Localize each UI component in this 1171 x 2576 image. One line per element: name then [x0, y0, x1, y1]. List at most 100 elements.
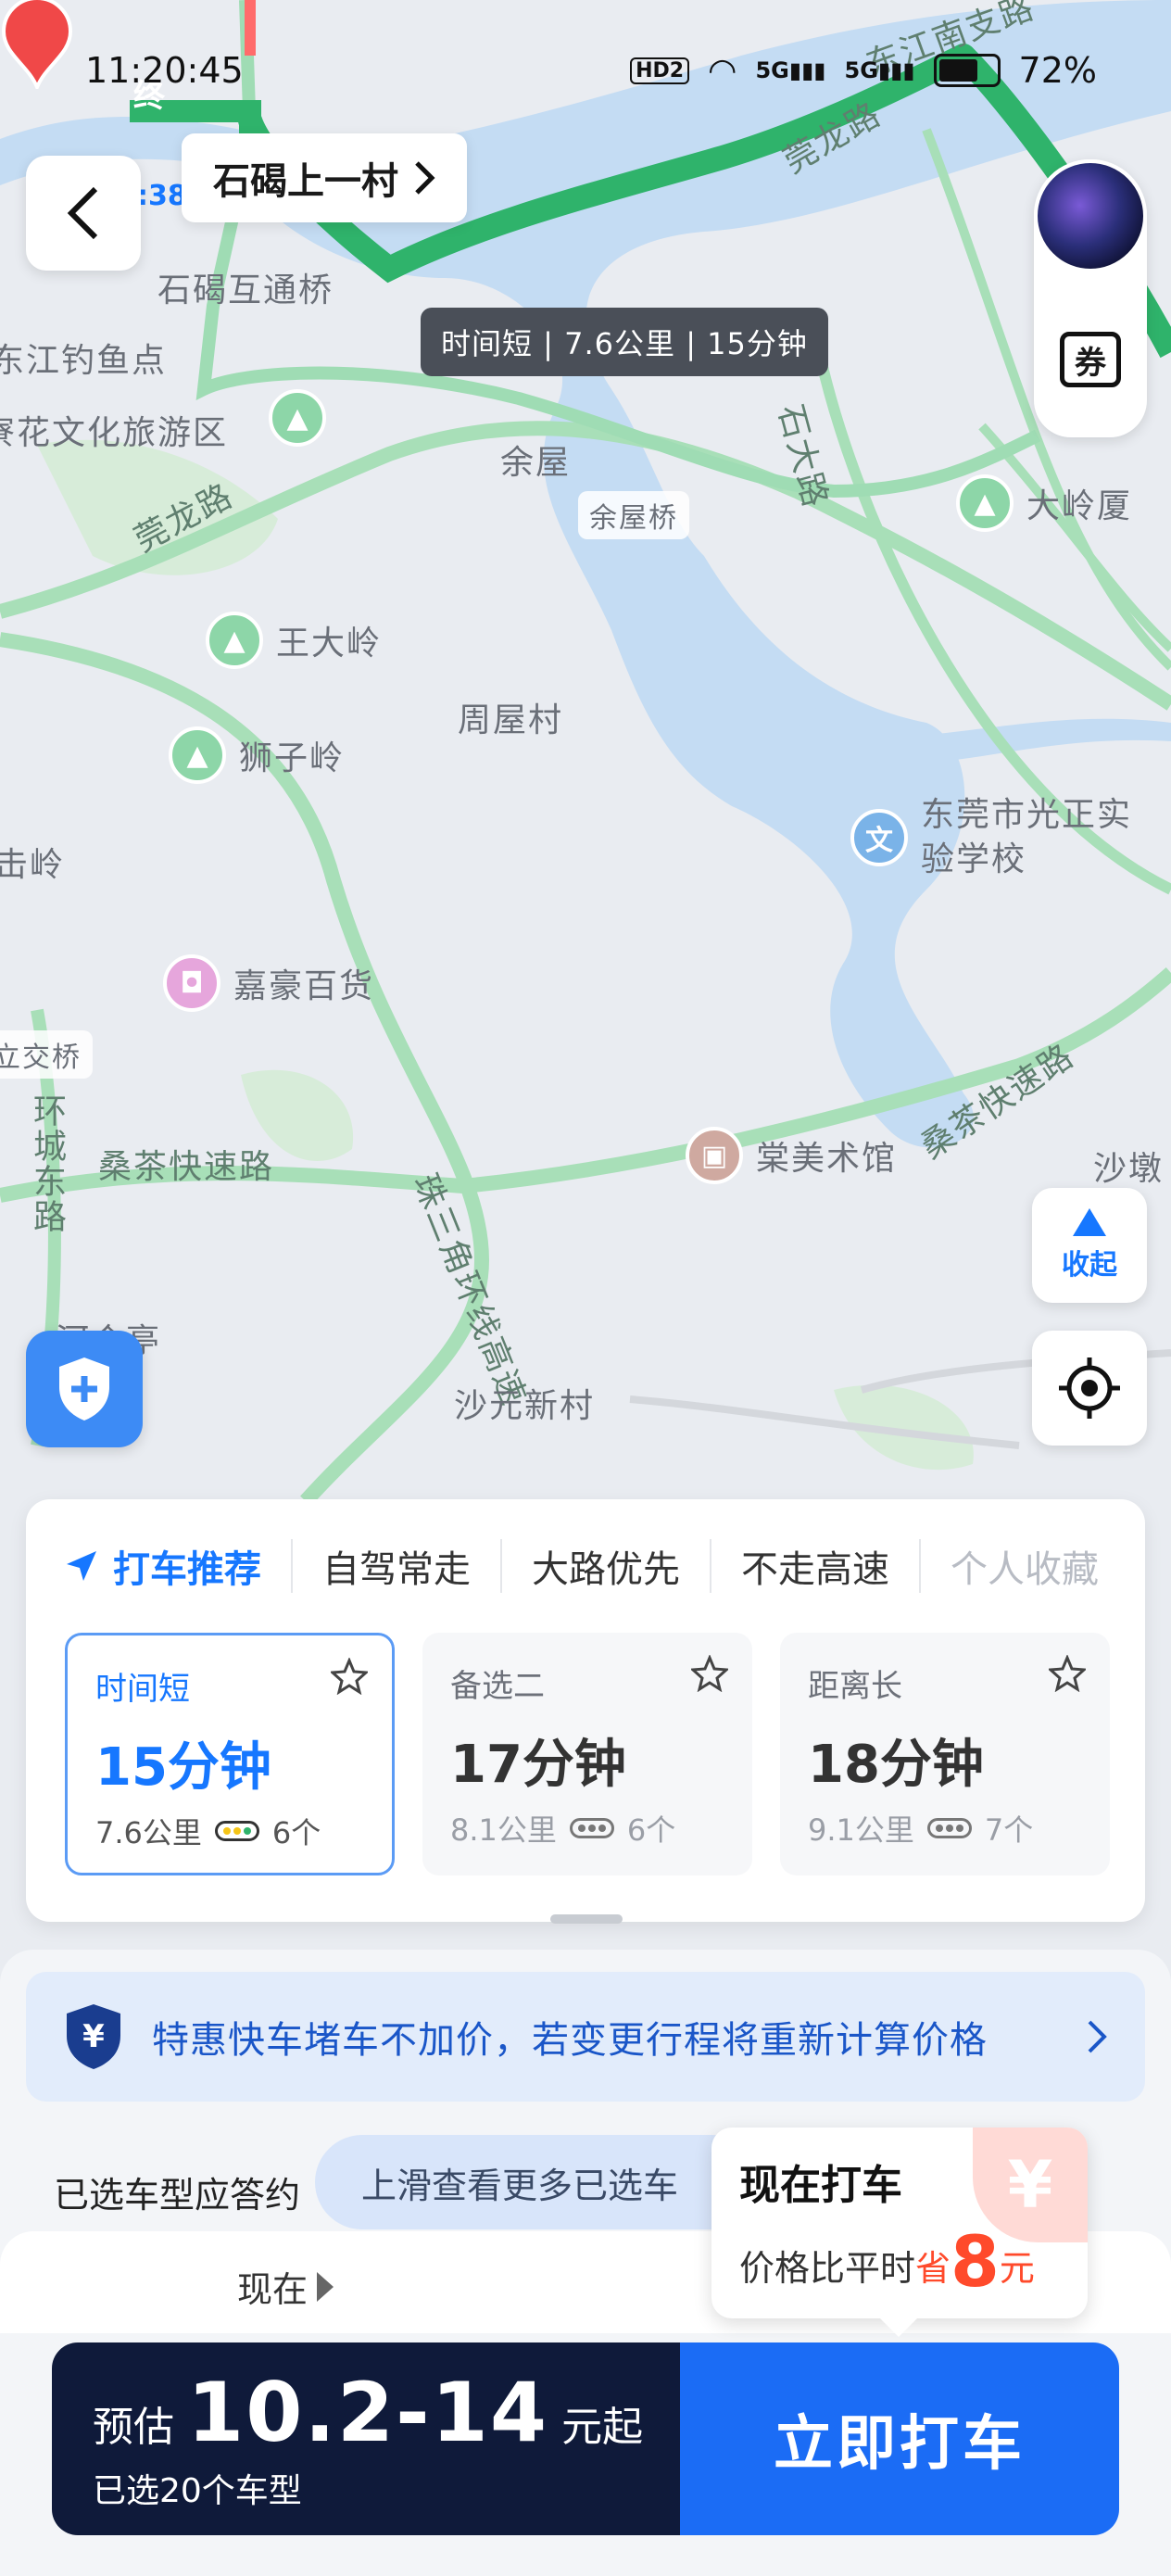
poi-label: 大岭厦	[1026, 487, 1133, 525]
scroll-hint[interactable]: 上滑查看更多已选车	[315, 2135, 760, 2229]
tab-label: 自驾常走	[322, 1548, 471, 1591]
tab-label: 个人收藏	[951, 1548, 1099, 1591]
map-label-yuwu: 余屋	[500, 444, 572, 482]
star-icon[interactable]	[1049, 1655, 1086, 1692]
route-card-meta: 9.1公里 7个	[808, 1807, 1082, 1850]
route-card-distance: 8.1公里	[450, 1812, 557, 1848]
drag-handle[interactable]	[550, 1914, 623, 1924]
net-label: 5G	[755, 57, 789, 83]
tab-ride-recommend[interactable]: 打车推荐	[63, 1539, 293, 1593]
back-button[interactable]	[26, 156, 141, 271]
poi-wangdaling[interactable]: ▲ 王大岭	[206, 612, 382, 669]
destination-tag[interactable]: 石碣上一村	[182, 133, 467, 222]
coupon-icon[interactable]: 券	[1060, 332, 1121, 387]
map-label-fishing: 东江钓鱼点	[0, 342, 168, 380]
map-label-ling: 击岭	[0, 846, 66, 884]
battery-percent: 72%	[1018, 50, 1097, 91]
locate-button[interactable]	[1032, 1331, 1147, 1446]
time-selector[interactable]: 现在	[237, 2261, 334, 2312]
poi-shiziling[interactable]: ▲ 狮子岭	[169, 726, 345, 784]
poi-label: 嘉豪百货	[233, 967, 375, 1005]
hd-badge: HD2	[630, 57, 690, 84]
triangle-right-icon	[317, 2271, 334, 2302]
map-label-shadun: 沙墩	[1093, 1150, 1165, 1188]
battery-fill	[938, 59, 978, 82]
avatar[interactable]	[1034, 159, 1147, 272]
crosshair-icon	[1059, 1357, 1120, 1419]
signal-icon: 5G▮▮▮	[755, 57, 826, 83]
route-card[interactable]: 时间短 15分钟 7.6公里 6个	[65, 1633, 395, 1875]
map-label-road: 环城东路	[28, 1093, 66, 1234]
tab-no-highway[interactable]: 不走高速	[711, 1539, 921, 1593]
chevron-right-icon	[1088, 2020, 1107, 2053]
mountain-icon: ▲	[956, 474, 1014, 532]
traffic-light-icon	[214, 1821, 259, 1841]
route-card-time: 18分钟	[808, 1735, 984, 1795]
route-card-title: 距离长	[808, 1668, 902, 1705]
tab-self-drive[interactable]: 自驾常走	[293, 1539, 502, 1593]
route-time-mini: :38	[137, 180, 187, 212]
poi-label: 狮子岭	[239, 739, 346, 777]
promo-text: 特惠快车堵车不加价，若变更行程将重新计算价格	[152, 2019, 988, 2062]
order-bar: 预估 10.2-14 元起 已选20个车型 立即打车	[52, 2342, 1119, 2535]
route-card-meta: 7.6公里 6个	[95, 1810, 364, 1852]
estimate-suffix: 元起	[561, 2404, 644, 2451]
map-label-tourism: 寮花文化旅游区	[0, 414, 229, 452]
map-label-zhouwu: 周屋村	[458, 701, 564, 739]
route-card-title: 时间短	[95, 1671, 190, 1708]
map-label-bridge: 石碣互通桥	[157, 271, 334, 309]
poi-jiahao[interactable]: ◘ 嘉豪百货	[163, 954, 374, 1012]
tree-icon: ▲	[269, 389, 326, 447]
shield-yen-icon: ¥	[67, 2004, 120, 2069]
destination-name: 石碣上一村	[213, 160, 398, 203]
tooltip-title: 现在打车	[739, 2162, 902, 2209]
mountain-icon: ▲	[206, 612, 263, 669]
tab-label: 打车推荐	[113, 1548, 261, 1591]
poi-museum[interactable]: ▣ 棠美术馆	[686, 1127, 897, 1184]
collapse-button[interactable]: 收起	[1032, 1188, 1147, 1303]
route-card-lights: 6个	[271, 1815, 321, 1850]
tooltip-unit: 元	[999, 2248, 1035, 2289]
signal-icon: 5G▮▮▮	[844, 57, 915, 83]
estimate-price: 10.2-14	[187, 2365, 549, 2460]
promo-banner[interactable]: ¥ 特惠快车堵车不加价，若变更行程将重新计算价格	[26, 1972, 1145, 2102]
chevron-left-icon	[67, 186, 98, 240]
shield-plus-icon	[59, 1357, 109, 1421]
price-estimate[interactable]: 预估 10.2-14 元起 已选20个车型	[52, 2342, 680, 2535]
route-card[interactable]: 备选二 17分钟 8.1公里 6个	[422, 1633, 752, 1875]
route-cards: 时间短 15分钟 7.6公里 6个 备选二 17分钟 8.1公里 6个 距离长 …	[65, 1633, 1110, 1875]
selected-models: 已选20个车型	[93, 2472, 302, 2510]
battery-icon	[933, 54, 1001, 87]
poi-label: 东莞市光正实验学校	[921, 796, 1133, 878]
route-panel: 打车推荐 自驾常走 大路优先 不走高速 个人收藏 时间短 15分钟 7.6公里 …	[26, 1499, 1145, 1922]
map-label-overpass: 立交桥	[0, 1030, 93, 1079]
star-icon[interactable]	[691, 1655, 728, 1692]
right-tools: 券	[1034, 159, 1147, 437]
route-card[interactable]: 距离长 18分钟 9.1公里 7个	[780, 1633, 1110, 1875]
tab-label: 大路优先	[532, 1548, 680, 1591]
tab-personal[interactable]: 个人收藏	[921, 1539, 1128, 1593]
poi-tourism[interactable]: ▲	[269, 389, 326, 447]
estimate-prefix: 预估	[93, 2404, 174, 2451]
shopping-bag-icon: ◘	[163, 954, 220, 1012]
safety-button[interactable]	[26, 1331, 143, 1447]
poi-label: 王大岭	[276, 625, 383, 663]
route-card-time: 15分钟	[95, 1737, 271, 1798]
tooltip-save: 省	[915, 2248, 951, 2289]
map-label-yuwu-bridge: 余屋桥	[578, 491, 689, 539]
call-car-button[interactable]: 立即打车	[680, 2342, 1119, 2535]
tooltip-desc: 价格比平时省8元	[739, 2220, 1060, 2303]
status-bar: 11:20:45 HD2 ◠ 5G▮▮▮ 5G▮▮▮ 72%	[0, 44, 1171, 100]
tab-label: 不走高速	[741, 1548, 889, 1591]
triangle-up-icon	[1073, 1208, 1106, 1236]
tab-main-road[interactable]: 大路优先	[502, 1539, 711, 1593]
tooltip-desc-text: 价格比平时	[739, 2248, 916, 2289]
map-label-road: 桑茶快速路	[98, 1148, 275, 1186]
star-icon[interactable]	[331, 1658, 368, 1695]
poi-school[interactable]: 文东莞市光正实验学校	[850, 793, 1134, 882]
savings-tooltip: ¥ 现在打车 价格比平时省8元	[711, 2128, 1088, 2337]
traffic-light-icon	[926, 1818, 972, 1838]
collapse-label: 收起	[1062, 1249, 1117, 1282]
poi-dalingxia[interactable]: ▲ 大岭厦	[956, 474, 1132, 532]
map-label-shayuan: 沙元新村	[454, 1387, 596, 1425]
